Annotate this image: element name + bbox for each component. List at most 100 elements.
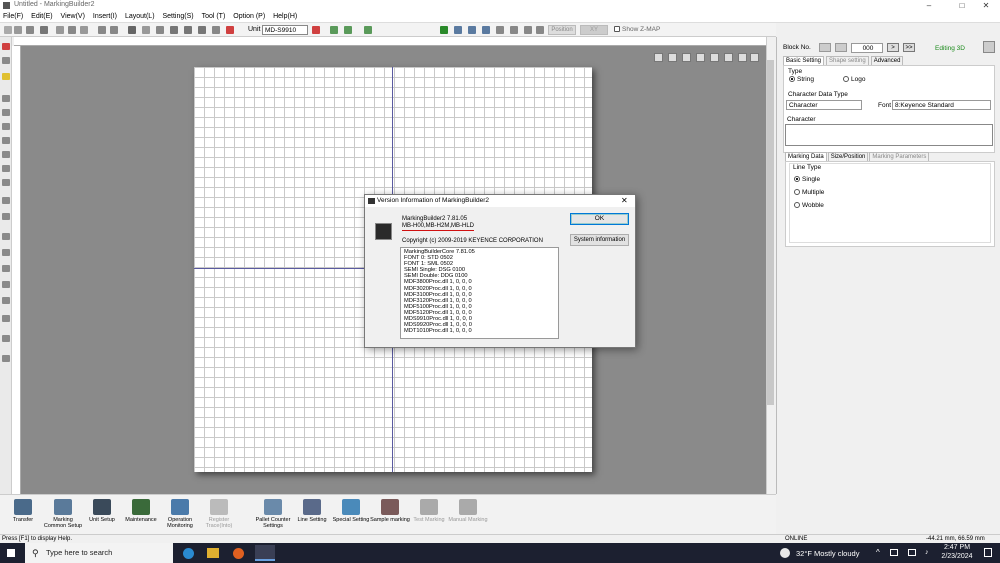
- rect-tool-icon[interactable]: [2, 123, 10, 130]
- first-block-button[interactable]: [819, 43, 831, 52]
- select-icon[interactable]: [128, 26, 136, 34]
- scroll-thumb[interactable]: [767, 60, 774, 405]
- volume-icon[interactable]: ♪: [925, 549, 929, 556]
- settings-icon[interactable]: [536, 26, 544, 34]
- clock-time[interactable]: 2:47 PM: [940, 544, 974, 551]
- redo-icon[interactable]: [110, 26, 118, 34]
- network-icon[interactable]: [908, 549, 916, 556]
- datamatrix-tool-icon[interactable]: [2, 213, 10, 220]
- open-icon[interactable]: [14, 26, 22, 34]
- lock-tool-icon[interactable]: [2, 355, 10, 362]
- unit-select[interactable]: MD-S9910: [262, 25, 308, 35]
- move-icon[interactable]: [156, 26, 164, 34]
- markingbuilder-taskbar-item[interactable]: [255, 545, 275, 561]
- new-icon[interactable]: [4, 26, 12, 34]
- align-tool-icon[interactable]: [2, 315, 10, 322]
- canvas-tool-5-icon[interactable]: [710, 53, 719, 62]
- order-tool-icon[interactable]: [2, 335, 10, 342]
- canvas-tool-4-icon[interactable]: [696, 53, 705, 62]
- component-list[interactable]: MarkingBuilderCore 7.81.05 FONT 0: STD 0…: [400, 247, 559, 339]
- char-data-type-select[interactable]: Character: [786, 100, 862, 110]
- taskbar-search[interactable]: ⚲ Type here to search: [25, 543, 173, 563]
- menu-insert[interactable]: Insert(I): [90, 11, 120, 20]
- zoom-fit-icon[interactable]: [198, 26, 206, 34]
- text-tool-icon[interactable]: [2, 57, 10, 64]
- panel-pin-icon[interactable]: [983, 41, 995, 53]
- notification-icon[interactable]: [984, 548, 992, 557]
- grid-icon[interactable]: [344, 26, 352, 34]
- position-button[interactable]: Position: [548, 25, 576, 35]
- block-no-input[interactable]: 000: [851, 43, 883, 53]
- canvas-tool-3-icon[interactable]: [682, 53, 691, 62]
- group-tool-icon[interactable]: [2, 297, 10, 304]
- zoom-in-icon[interactable]: [170, 26, 178, 34]
- next-block-button[interactable]: >: [887, 43, 899, 52]
- menu-tool[interactable]: Tool (T): [199, 11, 229, 20]
- system-information-button[interactable]: System information: [570, 234, 629, 246]
- wobble-radio-dot[interactable]: [794, 202, 800, 208]
- save-icon[interactable]: [26, 26, 34, 34]
- sample-marking-button[interactable]: Sample marking: [370, 495, 410, 535]
- type-logo-radio[interactable]: Logo: [843, 76, 865, 83]
- ellipse-tool-icon[interactable]: [2, 151, 10, 158]
- tab-size-position[interactable]: Size/Position: [827, 152, 869, 161]
- menu-help[interactable]: Help(H): [270, 11, 300, 20]
- tray-chevron-icon[interactable]: ^: [876, 548, 880, 557]
- zmap-check-box[interactable]: [614, 26, 620, 32]
- cut-icon[interactable]: [56, 26, 64, 34]
- canvas-tool-6-icon[interactable]: [724, 53, 733, 62]
- copy-icon[interactable]: [68, 26, 76, 34]
- firefox-icon[interactable]: [233, 548, 244, 559]
- tab-marking-parameters[interactable]: Marking Parameters: [869, 152, 930, 161]
- canvas-tool-2-icon[interactable]: [668, 53, 677, 62]
- tab-basic-setting[interactable]: Basic Setting: [783, 56, 825, 65]
- view-top-icon[interactable]: [482, 26, 490, 34]
- polygon-tool-icon[interactable]: [2, 165, 10, 172]
- zoom-area-icon[interactable]: [212, 26, 220, 34]
- pallet-counter-button[interactable]: Pallet Counter Settings: [253, 495, 293, 535]
- tab-marking-data[interactable]: Marking Data: [785, 152, 827, 161]
- canvas-tool-8-icon[interactable]: [750, 53, 759, 62]
- view-side-icon[interactable]: [468, 26, 476, 34]
- single-radio-dot[interactable]: [794, 176, 800, 182]
- multiple-radio-dot[interactable]: [794, 189, 800, 195]
- unit-setup-button[interactable]: Unit Setup: [82, 495, 122, 535]
- pointer-tool-icon[interactable]: [2, 43, 10, 50]
- line-type-single-radio[interactable]: Single: [794, 176, 820, 183]
- reset-view-icon[interactable]: [524, 26, 532, 34]
- xy-button[interactable]: XY: [580, 25, 608, 35]
- type-string-radio[interactable]: String: [789, 76, 814, 83]
- marking-common-setup-button[interactable]: Marking Common Setup: [43, 495, 83, 535]
- line-type-multiple-radio[interactable]: Multiple: [794, 189, 824, 196]
- minimize-button[interactable]: –: [915, 0, 943, 11]
- tab-advanced[interactable]: Advanced: [870, 56, 904, 65]
- special-setting-button[interactable]: Special Setting: [331, 495, 371, 535]
- clock-date[interactable]: 2/23/2024: [940, 553, 974, 560]
- date-tool-icon[interactable]: [2, 265, 10, 272]
- prev-block-button[interactable]: [835, 43, 847, 52]
- arc-tool-icon[interactable]: [2, 109, 10, 116]
- menu-edit[interactable]: Edit(E): [28, 11, 55, 20]
- tilt-icon[interactable]: [510, 26, 518, 34]
- barcode-tool-icon[interactable]: [2, 179, 10, 186]
- type-logo-radio-dot[interactable]: [843, 76, 849, 82]
- last-block-button[interactable]: >>: [903, 43, 915, 52]
- character-input[interactable]: [785, 124, 993, 146]
- menu-setting[interactable]: Setting(S): [159, 11, 196, 20]
- view-front-icon[interactable]: [454, 26, 462, 34]
- menu-file[interactable]: File(F): [0, 11, 26, 20]
- menu-view[interactable]: View(V): [58, 11, 88, 20]
- undo-icon[interactable]: [98, 26, 106, 34]
- battery-icon[interactable]: [890, 549, 898, 556]
- align-icon[interactable]: [330, 26, 338, 34]
- line-tool-icon[interactable]: [2, 95, 10, 102]
- show-zmap-checkbox[interactable]: Show Z-MAP: [614, 26, 660, 33]
- menu-option[interactable]: Option (P): [230, 11, 268, 20]
- maintenance-button[interactable]: Maintenance: [121, 495, 161, 535]
- circle-tool-icon[interactable]: [2, 137, 10, 144]
- qrcode-tool-icon[interactable]: [2, 197, 10, 204]
- file-explorer-icon[interactable]: [207, 548, 219, 558]
- ok-button[interactable]: OK: [570, 213, 629, 225]
- canvas-tool-1-icon[interactable]: [654, 53, 663, 62]
- counter-tool-icon[interactable]: [2, 249, 10, 256]
